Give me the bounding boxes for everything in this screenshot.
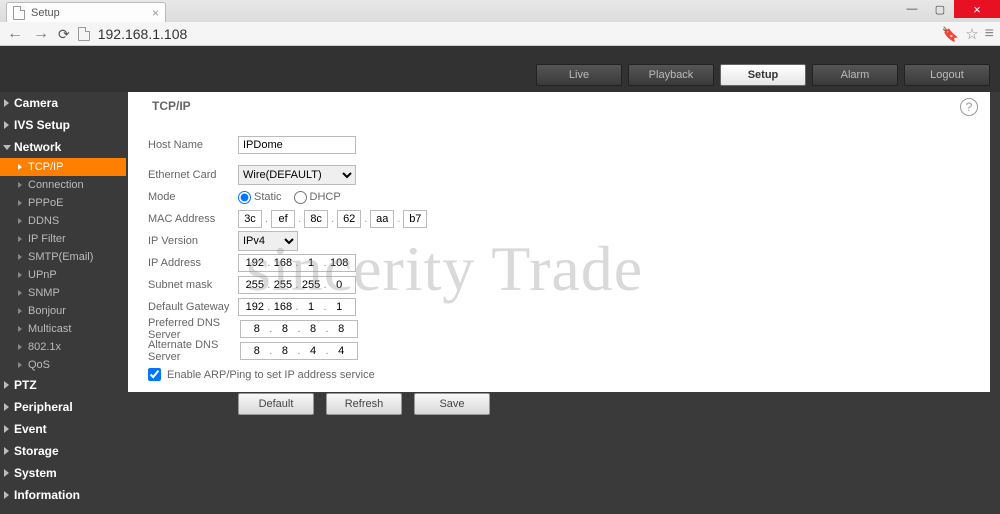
sidebar-sub-8021x[interactable]: 802.1x [0,338,126,356]
mac-oct-3[interactable] [337,210,361,228]
star-icon[interactable]: ☆ [965,25,978,43]
panel-tab-tcpip[interactable]: TCP/IP [128,92,215,120]
mode-dhcp[interactable]: DHCP [294,191,341,204]
refresh-button[interactable]: Refresh [326,393,402,415]
label-pdns: Preferred DNS Server [148,317,240,341]
label-ethernet: Ethernet Card [148,169,238,181]
ip-oct-3[interactable] [328,257,350,269]
nav-tab-setup[interactable]: Setup [720,64,806,86]
sidebar-item-peripheral[interactable]: Peripheral [0,396,126,418]
sidebar-item-camera[interactable]: Camera [0,92,126,114]
gateway-input[interactable]: . . . [238,298,356,316]
mode-static[interactable]: Static [238,191,282,204]
sidebar-sub-tcpip[interactable]: TCP/IP [0,158,126,176]
mac-oct-0[interactable] [238,210,262,228]
sidebar-item-ivs[interactable]: IVS Setup [0,114,126,136]
ipver-select[interactable]: IPv4 [238,231,298,251]
sidebar-sub-pppoe[interactable]: PPPoE [0,194,126,212]
sidebar-sub-snmp[interactable]: SNMP [0,284,126,302]
top-nav: Live Playback Setup Alarm Logout [0,46,1000,92]
menu-icon[interactable]: ≡ [985,25,994,43]
mac-oct-1[interactable] [271,210,295,228]
panel-tabs: TCP/IP [128,92,990,120]
mac-oct-2[interactable] [304,210,328,228]
label-subnet: Subnet mask [148,279,238,291]
page-icon [78,27,90,41]
save-button[interactable]: Save [414,393,490,415]
nav-tab-alarm[interactable]: Alarm [812,64,898,86]
sidebar-sub-multicast[interactable]: Multicast [0,320,126,338]
sidebar-item-ptz[interactable]: PTZ [0,374,126,396]
arp-checkbox[interactable] [148,368,161,381]
radio-static[interactable] [238,191,251,204]
label-mac: MAC Address [148,213,238,225]
sidebar-item-event[interactable]: Event [0,418,126,440]
mac-input-group: . . . . . [238,210,427,228]
mac-oct-5[interactable] [403,210,427,228]
sidebar-item-system[interactable]: System [0,462,126,484]
ip-oct-0[interactable] [244,257,266,269]
settings-panel: TCP/IP ? Host Name Ethernet Card Wire(DE… [128,92,990,392]
sidebar-sub-bonjour[interactable]: Bonjour [0,302,126,320]
sidebar: Camera IVS Setup Network TCP/IP Connecti… [0,92,126,514]
label-gateway: Default Gateway [148,301,238,313]
hostname-input[interactable] [238,136,356,154]
tcpip-form: Host Name Ethernet Card Wire(DEFAULT) Mo… [128,120,990,415]
label-hostname: Host Name [148,139,238,151]
mac-oct-4[interactable] [370,210,394,228]
nav-tab-live[interactable]: Live [536,64,622,86]
address-bar: ← → ⟳ 192.168.1.108 🔖 ☆ ≡ [0,22,1000,46]
sidebar-item-network[interactable]: Network [0,136,126,158]
subnet-input[interactable]: . . . [238,276,356,294]
maximize-button[interactable]: ▢ [926,0,954,18]
sidebar-sub-qos[interactable]: QoS [0,356,126,374]
default-button[interactable]: Default [238,393,314,415]
back-button[interactable]: ← [6,25,24,43]
nav-tab-logout[interactable]: Logout [904,64,990,86]
browser-tab[interactable]: Setup × [6,2,166,22]
close-tab-icon[interactable]: × [152,6,159,20]
bookmark-tag-icon[interactable]: 🔖 [942,26,959,43]
minimize-button[interactable]: — [898,0,926,18]
browser-chrome: Setup × — ▢ × ← → ⟳ 192.168.1.108 🔖 ☆ ≡ [0,0,1000,46]
label-mode: Mode [148,191,238,203]
help-icon[interactable]: ? [960,98,978,116]
forward-button[interactable]: → [32,25,50,43]
sidebar-sub-ipfilter[interactable]: IP Filter [0,230,126,248]
sidebar-sub-smtp[interactable]: SMTP(Email) [0,248,126,266]
sidebar-sub-ddns[interactable]: DDNS [0,212,126,230]
content-area: sincerity Trade TCP/IP ? Host Name Ether… [126,92,1000,514]
ip-input[interactable]: . . . [238,254,356,272]
app-root: Live Playback Setup Alarm Logout Camera … [0,46,1000,514]
sidebar-item-information[interactable]: Information [0,484,126,506]
sidebar-sub-connection[interactable]: Connection [0,176,126,194]
reload-button[interactable]: ⟳ [58,26,70,43]
ip-oct-1[interactable] [272,257,294,269]
sidebar-sub-upnp[interactable]: UPnP [0,266,126,284]
url-text[interactable]: 192.168.1.108 [98,26,188,42]
ip-oct-2[interactable] [300,257,322,269]
label-adns: Alternate DNS Server [148,339,240,363]
pdns-input[interactable]: . . . [240,320,358,338]
nav-tab-playback[interactable]: Playback [628,64,714,86]
sidebar-item-storage[interactable]: Storage [0,440,126,462]
radio-dhcp[interactable] [294,191,307,204]
adns-input[interactable]: . . . [240,342,358,360]
label-ipver: IP Version [148,235,238,247]
window-controls: — ▢ × [898,0,1000,18]
file-icon [13,6,25,20]
app-body: Camera IVS Setup Network TCP/IP Connecti… [0,92,1000,514]
tab-strip: Setup × — ▢ × [0,0,1000,22]
label-ipaddr: IP Address [148,257,238,269]
window-close-button[interactable]: × [954,0,1000,18]
tab-title: Setup [31,7,60,19]
arp-label: Enable ARP/Ping to set IP address servic… [167,369,375,381]
ethernet-select[interactable]: Wire(DEFAULT) [238,165,356,185]
